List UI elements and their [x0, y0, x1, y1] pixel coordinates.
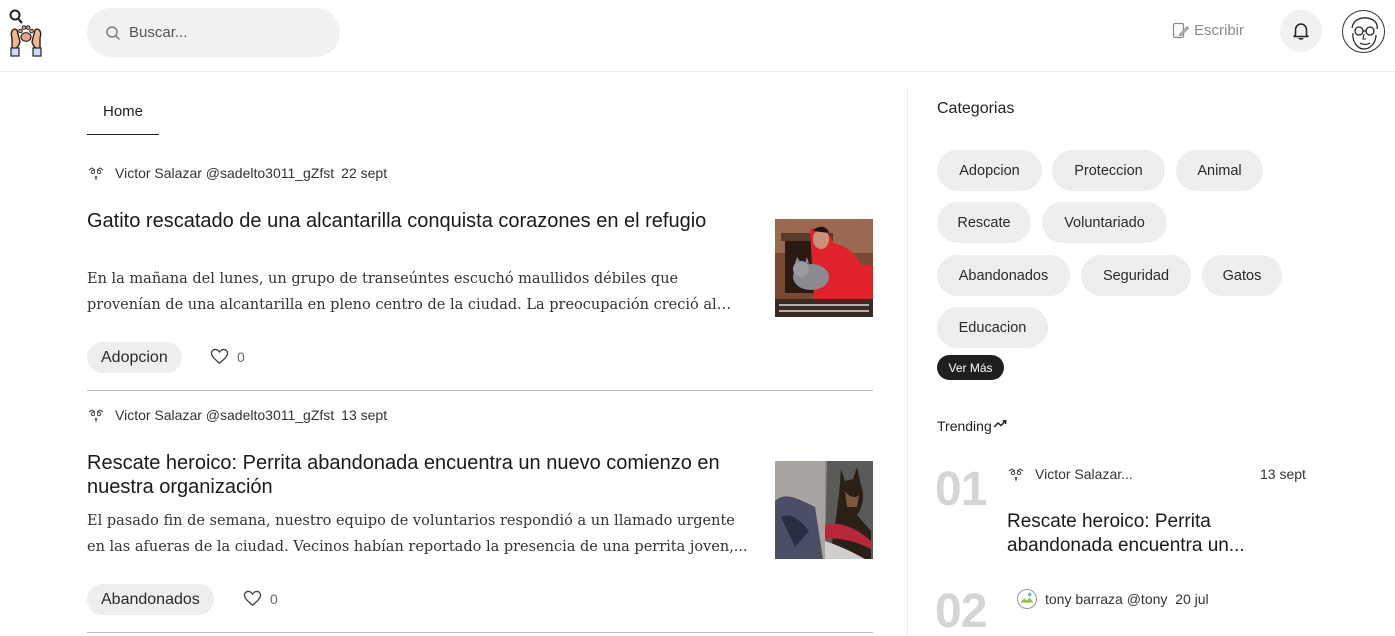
write-label: Escribir: [1194, 22, 1245, 39]
trending-author-row[interactable]: Victor Salazar...: [1007, 466, 1133, 482]
author-name[interactable]: Victor Salazar: [115, 165, 202, 181]
article-card[interactable]: Victor Salazar @sadelto3011_gZfst 22 sep…: [87, 165, 873, 391]
trending-header: Trending: [937, 418, 1007, 434]
article-excerpt[interactable]: En la mañana del lunes, un grupo de tran…: [87, 266, 752, 318]
like-button[interactable]: 0: [243, 590, 278, 607]
article-date: 13 sept: [341, 407, 388, 423]
trending-rank: 01: [935, 463, 987, 516]
category-chip-educacion[interactable]: Educacion: [937, 307, 1048, 348]
category-chip-animal[interactable]: Animal: [1176, 150, 1263, 191]
site-logo[interactable]: [6, 8, 46, 58]
article-tag-chip[interactable]: Adopcion: [87, 342, 182, 373]
like-count: 0: [270, 590, 278, 607]
search-input[interactable]: [129, 24, 319, 41]
heart-icon: [210, 348, 229, 364]
trending-author-row[interactable]: tony barraza @tony 20 jul: [1017, 589, 1209, 609]
tab-home[interactable]: Home: [87, 88, 159, 135]
author-avatar: [1008, 468, 1024, 482]
article-author-row: Victor Salazar @sadelto3011_gZfst 22 sep…: [87, 165, 387, 181]
category-chip-gatos[interactable]: Gatos: [1202, 255, 1282, 296]
article-date: 22 sept: [341, 165, 388, 181]
article-thumbnail[interactable]: [775, 461, 873, 559]
bell-icon: [1293, 23, 1309, 40]
face-sketch-avatar: [1351, 17, 1378, 50]
trending-author-handle: @tony: [1126, 591, 1168, 607]
article-author-row: Victor Salazar @sadelto3011_gZfst 13 sep…: [87, 407, 387, 423]
trending-date: 20 jul: [1175, 591, 1209, 607]
article-tag-chip[interactable]: Abandonados: [87, 584, 214, 615]
article-divider: [87, 632, 873, 633]
author-avatar[interactable]: [87, 407, 105, 423]
trending-up-icon: [993, 420, 1007, 428]
author-handle[interactable]: @sadelto3011_gZfst: [206, 165, 334, 181]
write-button[interactable]: Escribir: [1172, 22, 1244, 39]
notifications-button[interactable]: [1280, 10, 1322, 52]
trending-author-name: Victor Salazar...: [1035, 466, 1133, 482]
sidebar-divider: [907, 88, 908, 636]
heart-icon: [243, 590, 262, 606]
search-icon: [106, 25, 120, 40]
article-title[interactable]: Rescate heroico: Perrita abandonada encu…: [87, 451, 737, 499]
top-header: Escribir: [0, 0, 1395, 72]
categories-title: Categorias: [937, 100, 1015, 117]
trending-date: 13 sept: [1260, 466, 1306, 482]
edit-icon: [1172, 22, 1189, 39]
trending-title: Trending: [937, 418, 992, 434]
broken-image-icon: [1020, 592, 1034, 603]
category-chip-rescate[interactable]: Rescate: [937, 202, 1031, 243]
search-bar[interactable]: [87, 8, 340, 57]
author-avatar: [1017, 589, 1037, 609]
article-title[interactable]: Gatito rescatado de una alcantarilla con…: [87, 209, 737, 233]
trending-title-link[interactable]: Rescate heroico: Perrita abandonada encu…: [1007, 510, 1307, 558]
author-name[interactable]: Victor Salazar: [115, 407, 202, 423]
category-chip-adopcion[interactable]: Adopcion: [937, 150, 1042, 191]
user-avatar[interactable]: [1342, 10, 1385, 53]
article-excerpt[interactable]: El pasado fin de semana, nuestro equipo …: [87, 508, 752, 560]
category-chip-abandonados[interactable]: Abandonados: [937, 255, 1070, 296]
trending-rank: 02: [935, 585, 987, 636]
like-count: 0: [237, 348, 245, 365]
feed-tabs: Home: [87, 88, 873, 135]
cat-rescue-photo: [775, 219, 873, 317]
trending-author-name: tony barraza: [1045, 591, 1123, 607]
author-handle[interactable]: @sadelto3011_gZfst: [206, 407, 334, 423]
article-card[interactable]: Victor Salazar @sadelto3011_gZfst 13 sep…: [87, 407, 873, 633]
category-chip-seguridad[interactable]: Seguridad: [1081, 255, 1191, 296]
category-chip-voluntariado[interactable]: Voluntariado: [1042, 202, 1167, 243]
see-more-button[interactable]: Ver Más: [937, 355, 1004, 380]
author-avatar[interactable]: [87, 165, 105, 181]
category-chip-proteccion[interactable]: Proteccion: [1052, 150, 1165, 191]
like-button[interactable]: 0: [210, 348, 245, 365]
dog-rescue-photo: [775, 461, 873, 559]
article-thumbnail[interactable]: [775, 219, 873, 317]
article-divider: [87, 390, 873, 391]
